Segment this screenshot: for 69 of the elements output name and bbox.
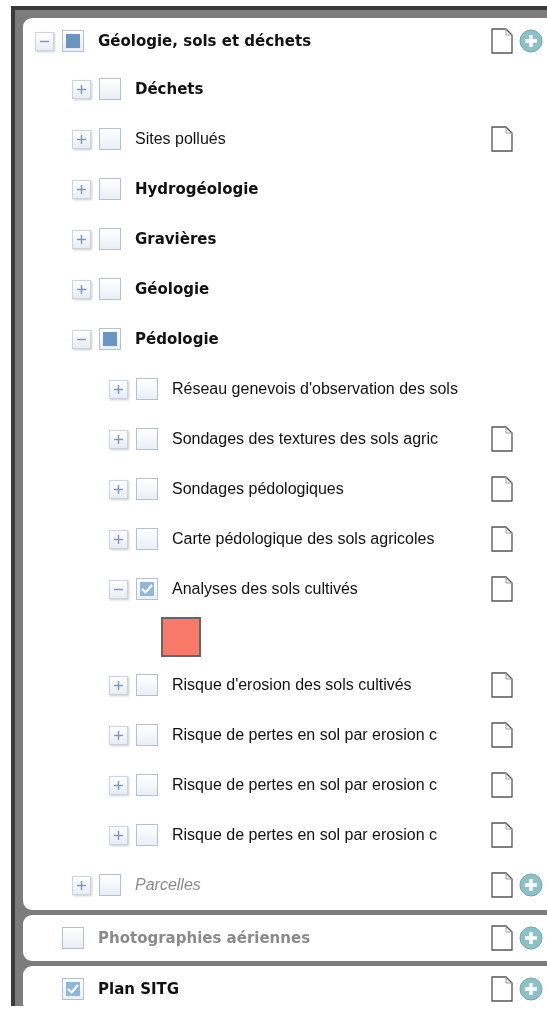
checkbox[interactable] (136, 578, 158, 600)
document-icon[interactable] (491, 126, 513, 152)
document-icon[interactable] (491, 772, 513, 798)
layer-label[interactable]: Pédologie (135, 330, 491, 348)
layer-label[interactable]: Risque de pertes en sol par erosion c (172, 826, 491, 844)
checkbox[interactable] (136, 824, 158, 846)
layer-label[interactable]: Risque d'erosion des sols cultivés (172, 676, 491, 694)
add-icon[interactable] (519, 926, 543, 950)
expand-icon[interactable] (72, 229, 91, 249)
checkbox[interactable] (99, 128, 121, 150)
layer-label[interactable]: Hydrogéologie (135, 180, 491, 198)
expand-icon[interactable] (72, 129, 91, 149)
layer-label[interactable]: Parcelles (135, 876, 491, 894)
expand-icon[interactable] (109, 775, 128, 795)
layer-label[interactable]: Géologie (135, 280, 491, 298)
document-icon[interactable] (491, 576, 513, 602)
document-icon[interactable] (491, 426, 513, 452)
collapse-icon[interactable] (72, 329, 91, 349)
expand-icon[interactable] (109, 429, 128, 449)
expand-icon[interactable] (109, 675, 128, 695)
expand-icon[interactable] (72, 875, 91, 895)
checkbox[interactable] (136, 674, 158, 696)
checkbox[interactable] (99, 178, 121, 200)
layer-label[interactable]: Analyses des sols cultivés (172, 580, 491, 598)
expand-icon[interactable] (72, 279, 91, 299)
checkbox[interactable] (136, 774, 158, 796)
document-icon[interactable] (491, 722, 513, 748)
checkbox[interactable] (136, 378, 158, 400)
collapse-icon[interactable] (109, 579, 128, 599)
expand-icon[interactable] (109, 379, 128, 399)
document-icon[interactable] (491, 526, 513, 552)
checkbox[interactable] (99, 78, 121, 100)
checkbox[interactable] (136, 528, 158, 550)
add-icon[interactable] (519, 977, 543, 1001)
checkbox[interactable] (62, 978, 84, 1000)
layer-label[interactable]: Risque de pertes en sol par erosion c (172, 776, 491, 794)
layer-label[interactable]: Gravières (135, 230, 491, 248)
expand-icon[interactable] (109, 479, 128, 499)
collapse-icon[interactable] (35, 31, 54, 51)
checkbox[interactable] (136, 724, 158, 746)
layer-label[interactable]: Risque de pertes en sol par erosion c (172, 726, 491, 744)
expand-icon[interactable] (72, 79, 91, 99)
document-icon[interactable] (491, 925, 513, 951)
layer-label[interactable]: Sondages pédologiques (172, 480, 491, 498)
layer-label[interactable]: Géologie, sols et déchets (98, 32, 491, 50)
layer-label[interactable]: Sites pollués (135, 130, 491, 148)
expand-icon[interactable] (109, 725, 128, 745)
checkbox[interactable] (99, 278, 121, 300)
checkbox[interactable] (136, 428, 158, 450)
document-icon[interactable] (491, 822, 513, 848)
layer-label[interactable]: Plan SITG (98, 980, 491, 998)
layer-label[interactable]: Sondages des textures des sols agric (172, 430, 491, 448)
checkbox[interactable] (99, 874, 121, 896)
document-icon[interactable] (491, 872, 513, 898)
expand-icon[interactable] (72, 179, 91, 199)
document-icon[interactable] (491, 672, 513, 698)
document-icon[interactable] (491, 476, 513, 502)
checkbox[interactable] (99, 228, 121, 250)
layer-label[interactable]: Déchets (135, 80, 491, 98)
add-icon[interactable] (519, 873, 543, 897)
document-icon[interactable] (491, 28, 513, 54)
add-icon[interactable] (519, 29, 543, 53)
layer-label[interactable]: Carte pédologique des sols agricoles (172, 530, 491, 548)
document-icon[interactable] (491, 976, 513, 1002)
expand-icon[interactable] (109, 529, 128, 549)
checkbox[interactable] (136, 478, 158, 500)
layer-label[interactable]: Réseau genevois d'observation des sols (172, 380, 491, 398)
checkbox[interactable] (62, 927, 84, 949)
expand-icon[interactable] (109, 825, 128, 845)
